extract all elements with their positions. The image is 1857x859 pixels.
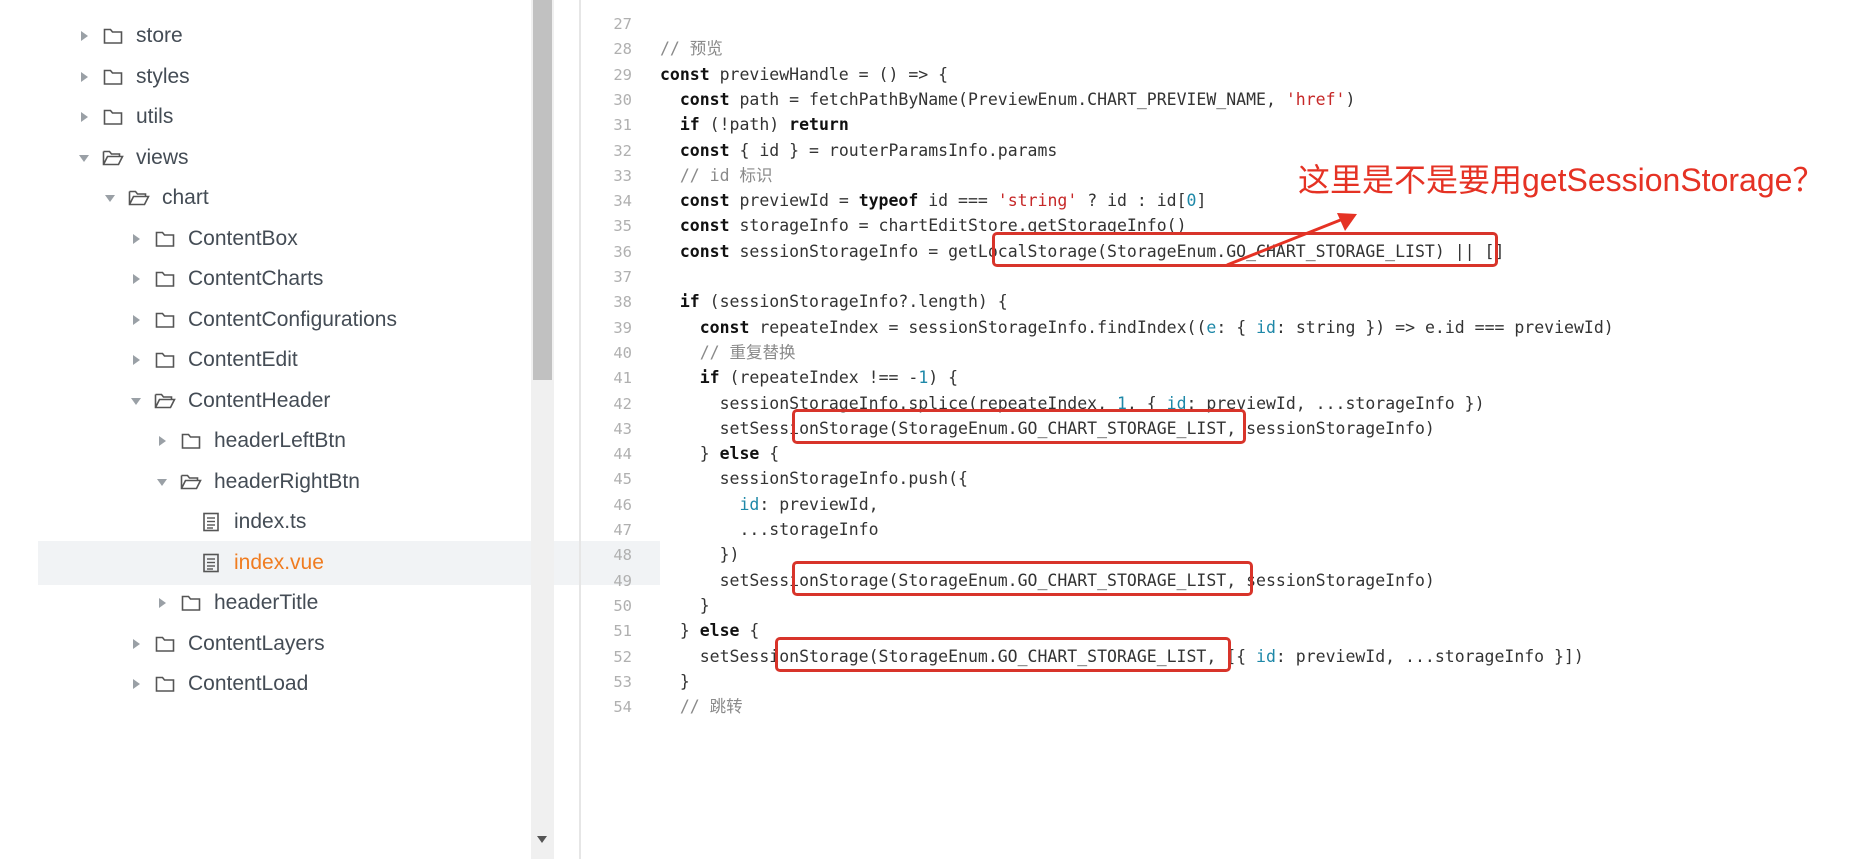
tree-item-label: ContentEdit xyxy=(188,348,298,371)
folder-icon xyxy=(102,66,124,88)
tree-item-index-ts[interactable]: index.ts xyxy=(200,500,306,544)
tree-item-label: index.vue xyxy=(234,550,324,574)
tree-item-label: index.ts xyxy=(234,510,307,533)
folder-icon xyxy=(154,228,176,250)
tree-item-headerleftbtn[interactable]: headerLeftBtn xyxy=(156,419,346,463)
folder-open-icon xyxy=(128,187,150,209)
tree-item-contentconfigurations[interactable]: ContentConfigurations xyxy=(130,298,397,342)
folder-open-icon xyxy=(102,147,124,169)
caret-right-icon[interactable] xyxy=(130,272,144,286)
tree-item-label: utils xyxy=(136,105,174,128)
line-number: 54 xyxy=(613,698,632,717)
tree-item-label: chart xyxy=(162,186,209,209)
caret-right-icon[interactable] xyxy=(78,110,92,124)
file-icon xyxy=(200,552,222,574)
tree-item-label: views xyxy=(136,145,189,169)
code-text: const repeateIndex = sessionStorageInfo.… xyxy=(699,317,1614,337)
folder-icon xyxy=(154,673,176,695)
tree-item-label: ContentBox xyxy=(188,226,298,250)
caret-right-icon[interactable] xyxy=(78,70,92,84)
caret-right-icon[interactable] xyxy=(156,596,170,610)
scrollbar-thumb[interactable] xyxy=(533,0,552,380)
folder-icon xyxy=(180,592,202,614)
tree-item-label: ContentLoad xyxy=(188,672,309,695)
code-editor[interactable]: 27 28// 预览 29 const previewHandle = () => {… xyxy=(582,0,1857,859)
tree-item-label: styles xyxy=(136,64,190,88)
tree-item-index-vue[interactable]: index.vue xyxy=(38,540,660,585)
code-text: // 跳转 xyxy=(679,697,743,717)
folder-icon xyxy=(154,633,176,655)
folder-icon xyxy=(154,349,176,371)
tree-item-contentbox[interactable]: ContentBox xyxy=(130,217,298,261)
panel-divider[interactable] xyxy=(579,0,581,859)
annotation-arrow-icon xyxy=(1226,213,1357,267)
tree-item-contentload[interactable]: ContentLoad xyxy=(130,662,308,706)
file-icon xyxy=(200,511,222,533)
caret-right-icon[interactable] xyxy=(130,313,144,327)
tree-item-label: headerTitle xyxy=(214,591,319,614)
tree-item-label: store xyxy=(136,24,183,47)
tree-item-contentlayers[interactable]: ContentLayers xyxy=(130,622,325,666)
caret-right-icon[interactable] xyxy=(130,677,144,691)
caret-right-icon[interactable] xyxy=(156,434,170,448)
tree-item-views[interactable]: views xyxy=(78,136,189,180)
annotation-text: 这里是不是要用getSessionStorage？ xyxy=(1298,162,1825,198)
tree-item-store[interactable]: store xyxy=(78,14,183,58)
tree-item-utils[interactable]: utils xyxy=(78,95,173,139)
folder-icon xyxy=(154,268,176,290)
tree-item-headerrightbtn[interactable]: headerRightBtn xyxy=(156,460,360,504)
tree-item-contentedit[interactable]: ContentEdit xyxy=(130,338,298,382)
tree-item-label: ContentLayers xyxy=(188,631,325,655)
folder-open-icon xyxy=(180,471,202,493)
tree-item-styles[interactable]: styles xyxy=(78,55,190,99)
scroll-down-arrow-icon[interactable] xyxy=(537,836,547,843)
tree-item-label: headerLeftBtn xyxy=(214,429,346,452)
tree-item-chart[interactable]: chart xyxy=(104,176,209,220)
caret-down-icon[interactable] xyxy=(130,394,144,408)
tree-item-label: headerRightBtn xyxy=(214,469,360,493)
tree-item-label: ContentConfigurations xyxy=(188,307,397,331)
highlight-box xyxy=(775,636,1231,672)
folder-icon xyxy=(102,25,124,47)
folder-icon xyxy=(180,430,202,452)
tree-item-headertitle[interactable]: headerTitle xyxy=(156,581,318,625)
caret-right-icon[interactable] xyxy=(130,637,144,651)
caret-right-icon[interactable] xyxy=(130,353,144,367)
caret-down-icon[interactable] xyxy=(156,475,170,489)
folder-open-icon xyxy=(154,390,176,412)
caret-down-icon[interactable] xyxy=(78,151,92,165)
tree-item-contentheader[interactable]: ContentHeader xyxy=(130,379,330,423)
tree-item-label: ContentCharts xyxy=(188,267,324,290)
folder-icon xyxy=(154,309,176,331)
highlight-box xyxy=(792,408,1246,444)
file-tree-panel: store styles utils views chart ContentBox Cont… xyxy=(0,0,660,859)
caret-right-icon[interactable] xyxy=(130,232,144,246)
tree-item-contentcharts[interactable]: ContentCharts xyxy=(130,257,323,301)
tree-item-label: ContentHeader xyxy=(188,388,331,412)
highlight-box xyxy=(792,560,1253,596)
caret-right-icon[interactable] xyxy=(78,29,92,43)
folder-icon xyxy=(102,106,124,128)
caret-down-icon[interactable] xyxy=(104,191,118,205)
sidebar-scrollbar[interactable] xyxy=(531,0,554,859)
